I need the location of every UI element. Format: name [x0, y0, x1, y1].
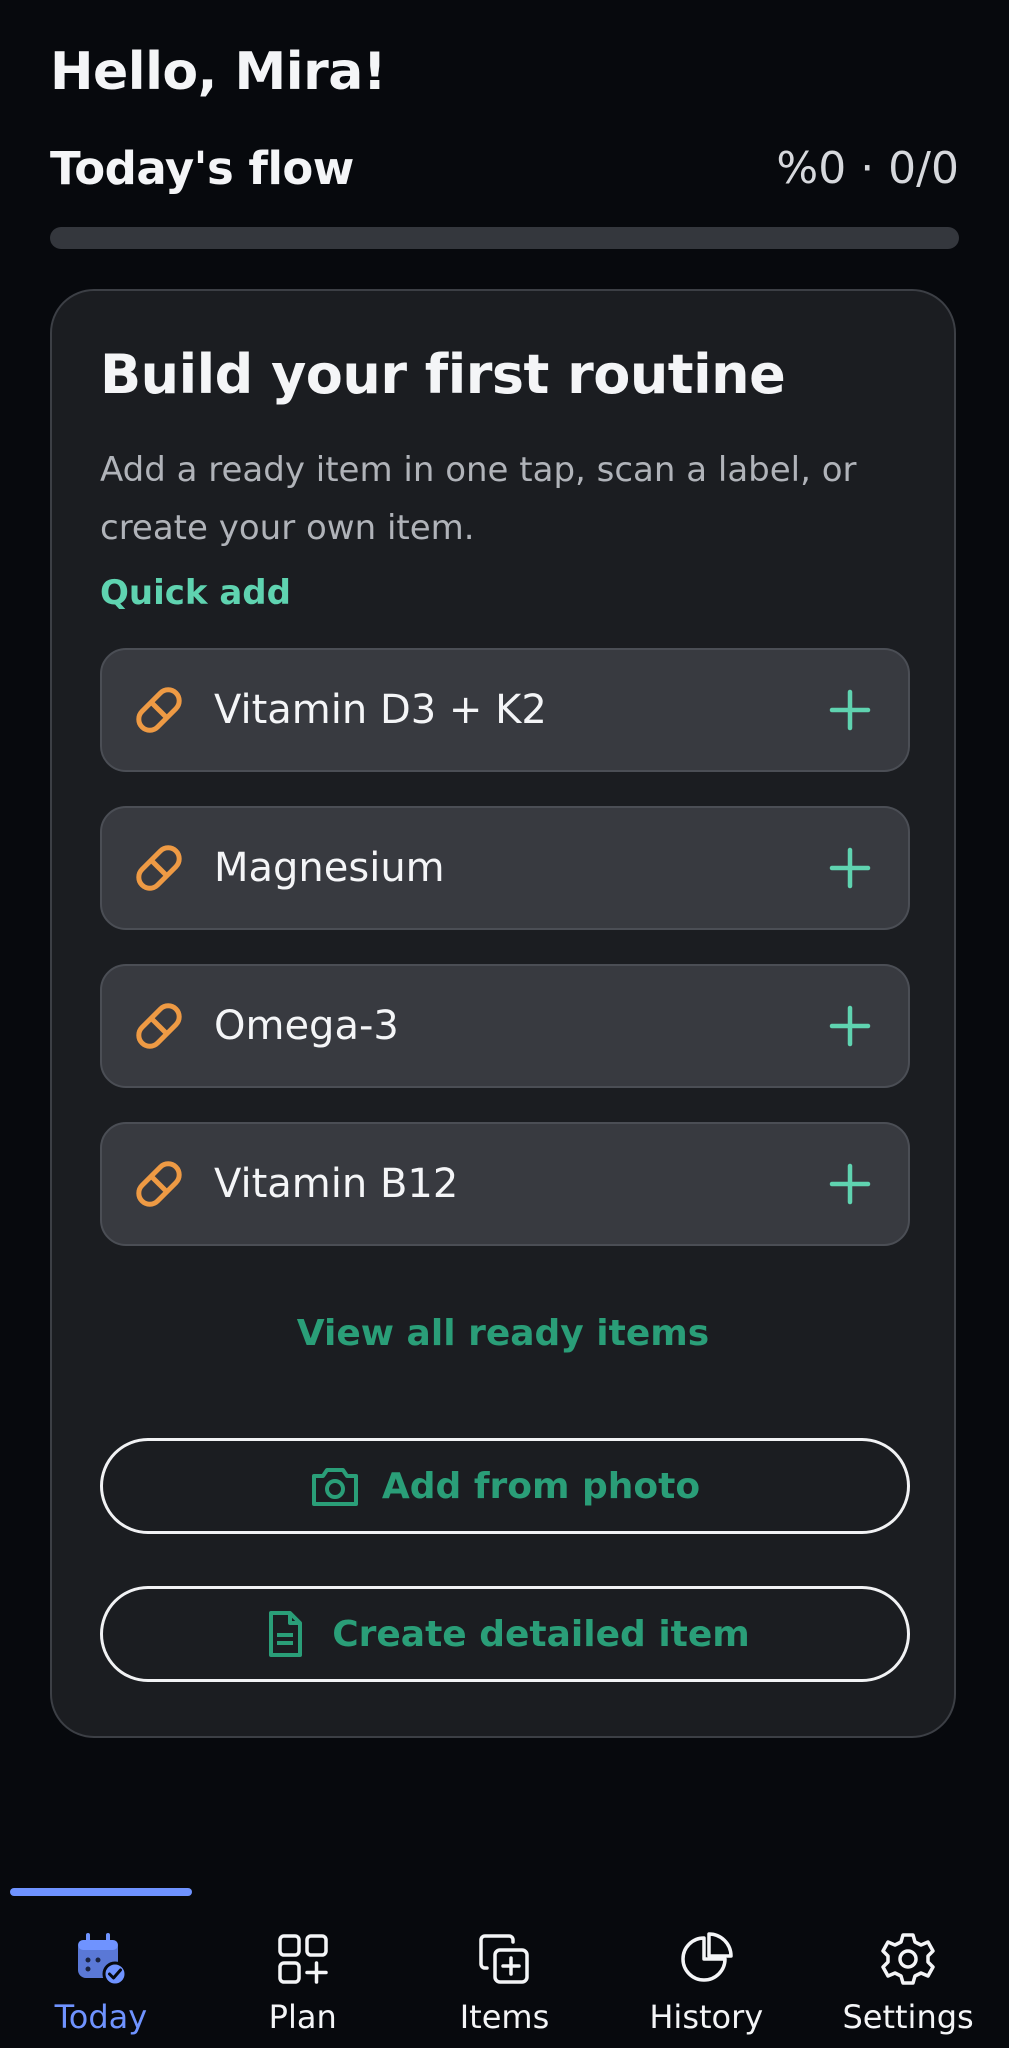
nav-label-history: History [649, 1998, 764, 2036]
nav-label-items: Items [459, 1998, 550, 2036]
nav-label-settings: Settings [842, 1998, 974, 2036]
pill-icon [128, 1153, 190, 1215]
grid-plus-icon [274, 1930, 332, 1988]
nav-label-plan: Plan [268, 1998, 337, 2036]
quick-add-item[interactable]: Omega-3 [100, 964, 910, 1088]
card-description: Add a ready item in one tap, scan a labe… [100, 450, 857, 548]
onboarding-card: Build your first routine Add a ready ite… [50, 289, 956, 1738]
nav-label-today: Today [54, 1998, 148, 2036]
daily-progress-bar [50, 227, 959, 249]
flow-title: Today's flow [50, 142, 354, 195]
add-from-photo-button[interactable]: Add from photo [100, 1438, 910, 1534]
create-detailed-item-button[interactable]: Create detailed item [100, 1586, 910, 1682]
today-flow-row: Today's flow %0 · 0/0 [50, 142, 959, 195]
create-detailed-item-label: Create detailed item [332, 1613, 750, 1655]
nav-tab-history[interactable]: History [605, 1896, 807, 2048]
plus-icon[interactable] [828, 1004, 872, 1048]
quick-add-item-label: Magnesium [214, 845, 445, 891]
flow-stats: %0 · 0/0 [776, 143, 959, 194]
quick-add-item-label: Vitamin B12 [214, 1161, 459, 1207]
plus-icon[interactable] [828, 1162, 872, 1206]
quick-add-item[interactable]: Magnesium [100, 806, 910, 930]
quick-add-label: Quick add [100, 573, 291, 613]
copy-plus-icon [475, 1930, 533, 1988]
quick-add-item-label: Omega-3 [214, 1003, 399, 1049]
camera-icon [310, 1461, 360, 1511]
pill-icon [128, 679, 190, 741]
nav-tab-plan[interactable]: Plan [202, 1896, 404, 2048]
pill-icon [128, 995, 190, 1057]
plus-icon[interactable] [828, 846, 872, 890]
quick-add-item-label: Vitamin D3 + K2 [214, 687, 547, 733]
nav-tab-items[interactable]: Items [404, 1896, 606, 2048]
bottom-navigation: Today Plan Items History Settings [0, 1896, 1009, 2048]
pill-icon [128, 837, 190, 899]
plus-icon[interactable] [828, 688, 872, 732]
quick-add-list: Vitamin D3 + K2 Magnesium Omega-3 Vitami… [100, 648, 910, 1280]
quick-add-item[interactable]: Vitamin D3 + K2 [100, 648, 910, 772]
greeting-title: Hello, Mira! [50, 42, 387, 102]
add-from-photo-label: Add from photo [381, 1465, 701, 1507]
document-icon [260, 1609, 310, 1659]
gear-icon [879, 1930, 937, 1988]
nav-tab-today[interactable]: Today [0, 1896, 202, 2048]
active-tab-indicator [10, 1888, 192, 1896]
pie-chart-icon [677, 1930, 735, 1988]
view-all-ready-items-link[interactable]: View all ready items [52, 1313, 954, 1354]
nav-tab-settings[interactable]: Settings [807, 1896, 1009, 2048]
card-title: Build your first routine [100, 343, 786, 406]
quick-add-item[interactable]: Vitamin B12 [100, 1122, 910, 1246]
calendar-check-icon [72, 1930, 130, 1988]
